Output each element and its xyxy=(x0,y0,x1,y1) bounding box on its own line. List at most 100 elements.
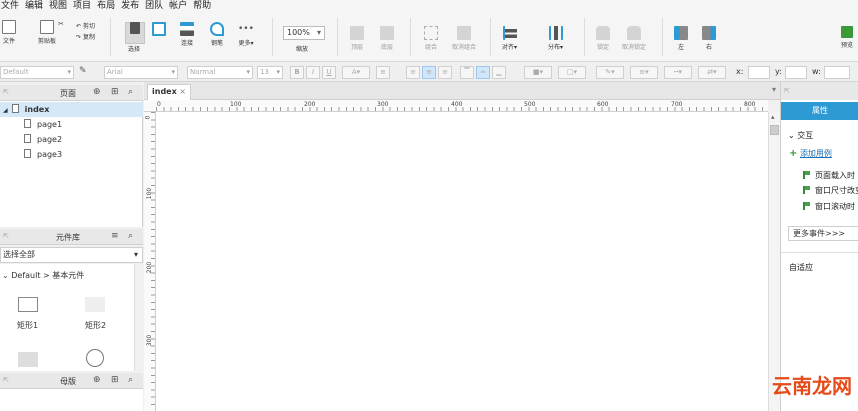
align-center-button[interactable]: ≡ xyxy=(422,66,436,79)
widget-ellipse[interactable] xyxy=(86,349,104,367)
more-button[interactable]: ••• 更多▾ xyxy=(238,22,254,47)
collapse-triangle-icon[interactable]: ◢ xyxy=(3,107,8,114)
unlock-button[interactable]: 取消锁定 xyxy=(622,26,646,51)
pen-button[interactable]: 钢笔 xyxy=(210,22,224,47)
add-folder-icon[interactable]: ⊞ xyxy=(111,87,119,97)
line-width-button[interactable]: ≡▾ xyxy=(630,66,658,79)
left-panel-toggle[interactable]: 左 xyxy=(674,26,688,51)
menu-layout[interactable]: 布局 xyxy=(97,0,120,12)
x-input[interactable] xyxy=(748,66,770,79)
more-events-select[interactable]: 更多事件>>> xyxy=(788,226,858,241)
menu-help[interactable]: 帮助 xyxy=(193,0,216,12)
align-button[interactable]: 对齐▾ xyxy=(502,26,517,51)
menu-file[interactable]: 文件 xyxy=(1,0,24,12)
valign-middle-button[interactable]: ═ xyxy=(476,66,490,79)
pin-icon[interactable]: ⇱ xyxy=(3,376,9,384)
library-scrollbar[interactable] xyxy=(134,264,143,371)
w-input[interactable] xyxy=(824,66,850,79)
page-item-index[interactable]: ◢ index xyxy=(0,102,143,117)
line-style-button[interactable]: ┅▾ xyxy=(664,66,692,79)
font-color-button[interactable]: A▾ xyxy=(342,66,370,79)
search-icon[interactable]: ⌕ xyxy=(128,375,133,385)
search-icon[interactable]: ⌕ xyxy=(128,231,133,241)
size-select[interactable]: 13 xyxy=(257,66,283,79)
interaction-section[interactable]: ⌄ 交互 xyxy=(788,130,813,141)
file-button[interactable]: 文件 xyxy=(2,20,16,45)
align-right-button[interactable]: ≡ xyxy=(438,66,452,79)
pin-icon[interactable]: ⇱ xyxy=(3,232,9,240)
format-painter-icon[interactable]: ✎ xyxy=(79,66,87,76)
line-color-button[interactable]: ✎▾ xyxy=(596,66,624,79)
event-window-scroll[interactable]: 窗口滚动时 xyxy=(803,201,855,212)
add-case-link[interactable]: + 添加用例 xyxy=(789,148,832,159)
menu-team[interactable]: 团队 xyxy=(145,0,168,12)
valign-top-button[interactable]: ▔ xyxy=(460,66,474,79)
underline-button[interactable]: U xyxy=(322,66,336,79)
cut-button[interactable]: ↶ 剪切 xyxy=(76,21,95,30)
menu-view[interactable]: 视图 xyxy=(49,0,72,12)
menu-edit[interactable]: 编辑 xyxy=(25,0,48,12)
master-panel-title: 母版 xyxy=(60,377,76,386)
page-item-page2[interactable]: page2 xyxy=(0,132,143,147)
right-panel-toggle[interactable]: 右 xyxy=(702,26,716,51)
arrow-style-button[interactable]: ⇄▾ xyxy=(698,66,726,79)
scissors-icon[interactable]: ✂ xyxy=(58,20,64,28)
menu-project[interactable]: 项目 xyxy=(73,0,96,12)
select-tool[interactable] xyxy=(124,22,146,34)
pin-icon[interactable]: ⇱ xyxy=(784,87,790,95)
w-label: w: xyxy=(812,67,821,76)
design-canvas[interactable] xyxy=(156,112,768,411)
add-folder-icon[interactable]: ⊞ xyxy=(111,375,119,385)
shadow-button[interactable]: □▾ xyxy=(558,66,586,79)
close-icon[interactable]: × xyxy=(179,85,186,99)
event-window-resize[interactable]: 窗口尺寸改变时 xyxy=(803,185,858,196)
widget-rect1[interactable] xyxy=(18,297,38,312)
page-item-page1[interactable]: page1 xyxy=(0,117,143,132)
menu-publish[interactable]: 发布 xyxy=(121,0,144,12)
preview-button[interactable]: 预览 xyxy=(841,26,853,49)
add-page-icon[interactable]: ⊕ xyxy=(93,87,101,97)
page-item-page3[interactable]: page3 xyxy=(0,147,143,162)
right-panel-icon xyxy=(702,26,716,40)
connect-button[interactable]: 连接 xyxy=(180,22,194,47)
clipboard-button[interactable]: 剪贴板 xyxy=(38,20,56,45)
pin-icon[interactable]: ⇱ xyxy=(3,88,9,96)
bring-top-button[interactable]: 顶层 xyxy=(350,26,364,51)
widget-placeholder[interactable] xyxy=(18,352,38,367)
scroll-thumb[interactable] xyxy=(770,125,779,135)
event-page-load[interactable]: 页面载入时 xyxy=(803,170,855,181)
tab-index[interactable]: index × xyxy=(147,84,191,100)
menu-icon[interactable]: ≡ xyxy=(111,231,119,241)
bold-button[interactable]: B xyxy=(290,66,304,79)
menu-account[interactable]: 帐户 xyxy=(169,0,192,12)
ungroup-button[interactable]: 取消组合 xyxy=(452,26,476,51)
list-button[interactable]: ≡ xyxy=(376,66,390,79)
canvas-scrollbar[interactable]: ▴ xyxy=(768,112,780,411)
send-bottom-button[interactable]: 底层 xyxy=(380,26,394,51)
search-icon[interactable]: ⌕ xyxy=(128,87,133,97)
copy-button[interactable]: ↷ 复制 xyxy=(76,32,95,41)
widget-rect2[interactable] xyxy=(85,297,105,312)
zoom-select[interactable]: 100% ▾ xyxy=(283,26,325,40)
inspector-header: ⇱ xyxy=(781,82,858,100)
library-select[interactable]: 选择全部 ▾ xyxy=(0,247,143,263)
select-box-tool[interactable] xyxy=(152,22,166,36)
y-input[interactable] xyxy=(785,66,807,79)
library-category[interactable]: ⌄ Default > 基本元件 xyxy=(2,270,84,281)
distribute-button[interactable]: 分布▾ xyxy=(548,26,563,51)
style-select[interactable]: Default xyxy=(0,66,74,79)
weight-select[interactable]: Normal xyxy=(187,66,253,79)
scroll-up-icon[interactable]: ▴ xyxy=(771,113,775,121)
adaptive-label[interactable]: 自适应 xyxy=(789,262,813,273)
lock-button[interactable]: 锁定 xyxy=(596,26,610,51)
add-master-icon[interactable]: ⊕ xyxy=(93,375,101,385)
tab-dropdown-icon[interactable]: ▾ xyxy=(772,85,776,94)
valign-bottom-button[interactable]: ▁ xyxy=(492,66,506,79)
font-select[interactable]: Arial xyxy=(104,66,178,79)
fill-color-button[interactable]: ■▾ xyxy=(524,66,552,79)
widget-rect2-label: 矩形2 xyxy=(85,321,107,330)
tab-properties[interactable]: 属性 xyxy=(781,102,858,120)
align-left-button[interactable]: ≡ xyxy=(406,66,420,79)
group-button[interactable]: 组合 xyxy=(424,26,438,51)
italic-button[interactable]: I xyxy=(306,66,320,79)
